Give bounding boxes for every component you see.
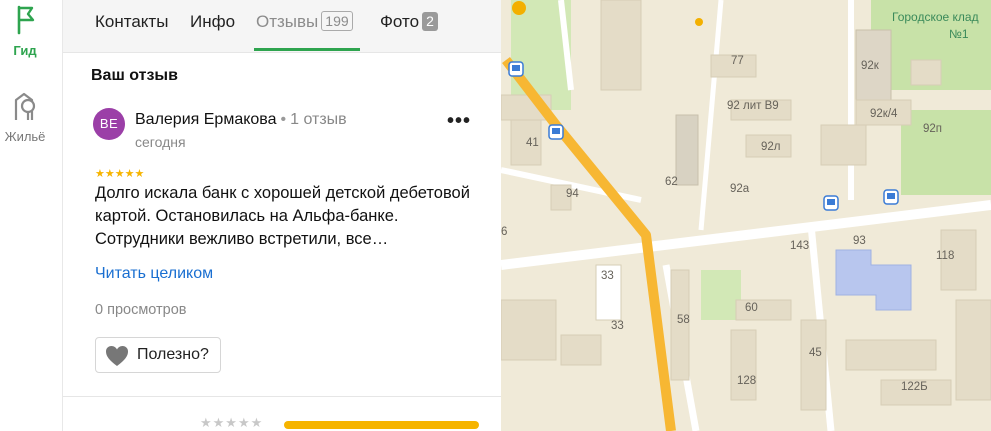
bus-stop-icon [548, 124, 564, 140]
park-area [901, 110, 991, 195]
tab-photos[interactable]: Фото 2 [380, 12, 438, 32]
street [501, 200, 991, 270]
map-label: 94 [566, 188, 579, 200]
building [675, 114, 699, 186]
map-label: 93 [853, 235, 866, 247]
map-label: 6 [501, 226, 508, 238]
map-label: 118 [936, 250, 955, 262]
more-dots-icon: ••• [446, 110, 471, 132]
map-canvas [501, 0, 991, 431]
map-label: №1 [949, 27, 969, 41]
poi-marker [512, 1, 526, 15]
map-label: 143 [790, 240, 810, 252]
street [698, 0, 724, 231]
author-review-count: 1 отзыв [290, 111, 347, 128]
bus-stop-icon [508, 61, 524, 77]
org-panel: Контакты Инфо Отзывы 199 Фото 2 Ваш отзыв … [63, 0, 501, 431]
map-label: 41 [526, 137, 539, 149]
map-label: 128 [737, 375, 757, 387]
map-label: 92к/4 [870, 108, 898, 120]
map-label: 62 [665, 176, 678, 188]
map-label: 33 [601, 270, 614, 282]
reviews-count-badge: 199 [321, 11, 353, 31]
author-separator: • [280, 111, 287, 128]
sidebar-item-label: Жильё [4, 129, 46, 144]
review-text: Долго искала банк с хорошей детской дебе… [95, 184, 470, 248]
map-label: 122Б [901, 381, 928, 393]
active-tab-indicator [254, 48, 360, 51]
building [845, 339, 937, 371]
map-label: 58 [677, 314, 690, 326]
sidebar-item-guide[interactable]: Гид [0, 2, 50, 58]
views-count: 0 просмотров [95, 302, 187, 318]
useful-label: Полезно? [137, 346, 209, 363]
map-label: 33 [611, 320, 624, 332]
bus-stop-icon [823, 195, 839, 211]
bus-stop-icon [883, 189, 899, 205]
map-label: 92л [761, 141, 781, 153]
building [560, 334, 602, 366]
map-view[interactable]: Городское клад №1 77 92к 92 лит В9 92к/4… [501, 0, 991, 431]
tab-contacts[interactable]: Контакты [95, 12, 168, 32]
building-icon [10, 92, 40, 126]
tab-info[interactable]: Инфо [190, 12, 235, 32]
section-title: Ваш отзыв [91, 67, 178, 84]
map-label: 92к [861, 60, 879, 72]
photos-count-badge: 2 [422, 12, 438, 31]
tab-photos-label: Фото [380, 12, 420, 31]
more-options-button[interactable]: ••• [446, 110, 472, 136]
tab-reviews[interactable]: Отзывы 199 [256, 11, 353, 32]
building [800, 319, 827, 411]
rating-summary-stars: ★★★★★ [200, 415, 264, 430]
school-building [835, 249, 912, 311]
tab-reviews-label: Отзывы [256, 12, 319, 31]
building [910, 59, 942, 86]
map-label: 92а [730, 183, 750, 195]
sidebar-item-housing[interactable]: Жильё [0, 90, 50, 144]
map-label: 60 [745, 302, 758, 314]
poi-marker [695, 18, 703, 26]
rating-summary-bar [284, 421, 479, 429]
tab-bar: Контакты Инфо Отзывы 199 Фото 2 [63, 0, 501, 53]
review-date: сегодня [135, 134, 186, 150]
map-label: 92п [923, 123, 943, 135]
map-label: 77 [731, 55, 744, 67]
read-more-link[interactable]: Читать целиком [95, 265, 213, 283]
sidebar-item-label: Гид [13, 43, 37, 58]
building [501, 299, 557, 361]
flag-icon [10, 5, 40, 40]
avatar[interactable]: ВЕ [93, 108, 125, 140]
heart-icon [105, 345, 129, 367]
map-label: 45 [809, 347, 822, 359]
review-rating-stars: ★★★★★ [95, 168, 145, 180]
building [730, 329, 757, 401]
building [820, 124, 867, 166]
map-label: Городское клад [892, 10, 979, 24]
author-name[interactable]: Валерия Ермакова [135, 111, 277, 128]
useful-button[interactable]: Полезно? [95, 337, 221, 373]
left-rail: Гид Жильё [0, 0, 63, 431]
park-area [701, 270, 741, 320]
building [600, 0, 642, 91]
map-label: 92 лит В9 [727, 100, 779, 112]
divider [63, 396, 501, 397]
review-author-line: Валерия Ермакова • 1 отзыв [135, 111, 347, 129]
building [955, 299, 991, 401]
